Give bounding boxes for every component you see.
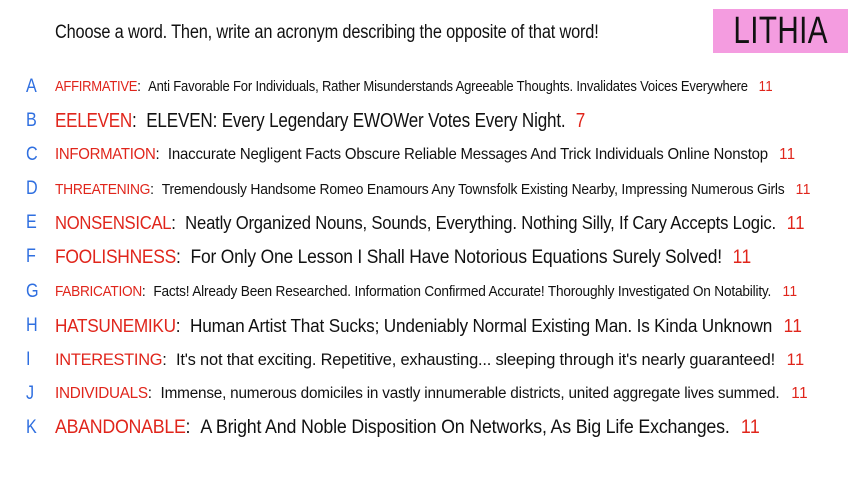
entry-acronym-phrase: Inaccurate Negligent Facts Obscure Relia… [167, 146, 768, 163]
entry-score: 11 [786, 212, 805, 233]
entry-row: J INDIVIDUALS: Immense, numerous domicile… [0, 379, 853, 409]
entry-body: EELEVEN: ELEVEN: Every Legendary EWOWer … [55, 110, 586, 133]
entry-separator: : [147, 385, 161, 402]
entry-acronym-phrase: Human Artist That Sucks; Undeniably Norm… [190, 315, 773, 336]
entry-body: INFORMATION: Inaccurate Negligent Facts … [55, 146, 796, 164]
entry-body: THREATENING: Tremendously Handsome Romeo… [55, 181, 811, 198]
entry-letter: H [26, 315, 38, 336]
entry-separator: : [131, 109, 147, 132]
entry-row: B EELEVEN: ELEVEN: Every Legendary EWOWer… [0, 106, 853, 136]
entry-separator: : [175, 315, 191, 336]
entry-body: FABRICATION: Facts! Already Been Researc… [55, 284, 798, 300]
entry-acronym-phrase: Anti Favorable For Individuals, Rather M… [148, 79, 748, 95]
entry-score: 11 [795, 180, 811, 198]
entry-letter: D [26, 178, 38, 199]
entry-letter: K [26, 417, 37, 438]
entry-body: AFFIRMATIVE: Anti Favorable For Individu… [55, 79, 773, 95]
entry-word: FOOLISHNESS [55, 245, 176, 268]
entry-score: 11 [779, 146, 796, 163]
entry-letter: J [26, 383, 35, 404]
entry-separator: : [155, 146, 168, 163]
entry-word: ABANDONABLE [55, 417, 186, 438]
entry-score: 11 [782, 284, 798, 300]
entry-letter: A [26, 76, 37, 97]
entry-body: INTERESTING: It's not that exciting. Rep… [55, 350, 805, 370]
entry-row: H HATSUNEMIKU: Human Artist That Sucks; U… [0, 311, 853, 341]
entry-word: THREATENING [55, 180, 151, 198]
entry-score: 11 [791, 385, 809, 402]
entry-separator: : [141, 284, 154, 300]
entry-separator: : [162, 350, 176, 369]
entry-score: 11 [758, 79, 774, 95]
entry-acronym-phrase: A Bright And Noble Disposition On Networ… [200, 417, 730, 438]
entry-word: INFORMATION [55, 146, 156, 163]
entry-acronym-phrase: For Only One Lesson I Shall Have Notorio… [190, 245, 723, 268]
entry-body: FOOLISHNESS: For Only One Lesson I Shall… [55, 246, 752, 269]
entry-acronym-phrase: Neatly Organized Nouns, Sounds, Everythi… [185, 212, 776, 233]
entry-acronym-phrase: It's not that exciting. Repetitive, exha… [175, 350, 775, 369]
entry-body: HATSUNEMIKU: Human Artist That Sucks; Un… [55, 316, 802, 337]
entry-score: 7 [575, 109, 586, 132]
entry-separator: : [185, 417, 201, 438]
entry-word: INDIVIDUALS [55, 385, 148, 402]
entry-letter: I [26, 349, 31, 370]
entry-score: 11 [783, 315, 803, 336]
entry-separator: : [171, 212, 186, 233]
entry-acronym-phrase: Tremendously Handsome Romeo Enamours Any… [161, 180, 785, 198]
entry-body: ABANDONABLE: A Bright And Noble Disposit… [55, 417, 760, 439]
entry-letter: C [26, 144, 38, 165]
entry-row: C INFORMATION: Inaccurate Negligent Facts… [0, 140, 853, 170]
entry-letter: F [26, 246, 36, 267]
entry-row: G FABRICATION: Facts! Already Been Resear… [0, 277, 853, 307]
entry-letter: E [26, 212, 37, 233]
entry-score: 11 [732, 245, 752, 268]
entry-row: E NONSENSICAL: Neatly Organized Nouns, So… [0, 208, 853, 238]
entry-separator: : [137, 79, 149, 95]
entry-score: 11 [786, 350, 805, 369]
entry-word: EELEVEN [55, 109, 132, 132]
entry-row: I INTERESTING: It's not that exciting. Re… [0, 345, 853, 375]
entry-body: INDIVIDUALS: Immense, numerous domiciles… [55, 385, 808, 403]
entry-word: NONSENSICAL [55, 212, 172, 233]
entry-acronym-phrase: ELEVEN: Every Legendary EWOWer Votes Eve… [146, 109, 566, 132]
entry-row: F FOOLISHNESS: For Only One Lesson I Shal… [0, 242, 853, 272]
entry-word: AFFIRMATIVE [55, 79, 138, 95]
entry-list: A AFFIRMATIVE: Anti Favorable For Individ… [0, 0, 853, 480]
entry-letter: B [26, 110, 37, 131]
entry-word: FABRICATION [55, 284, 142, 300]
entry-acronym-phrase: Facts! Already Been Researched. Informat… [153, 284, 772, 300]
entry-body: NONSENSICAL: Neatly Organized Nouns, Sou… [55, 212, 805, 234]
entry-separator: : [150, 180, 162, 198]
entry-separator: : [175, 245, 191, 268]
entry-letter: G [26, 281, 39, 302]
entry-row: K ABANDONABLE: A Bright And Noble Disposi… [0, 413, 853, 443]
entry-acronym-phrase: Immense, numerous domiciles in vastly in… [160, 385, 780, 402]
entry-row: D THREATENING: Tremendously Handsome Rome… [0, 174, 853, 204]
entry-word: HATSUNEMIKU [55, 315, 176, 336]
entry-score: 11 [740, 417, 761, 438]
entry-word: INTERESTING [55, 350, 163, 369]
entry-row: A AFFIRMATIVE: Anti Favorable For Individ… [0, 72, 853, 102]
